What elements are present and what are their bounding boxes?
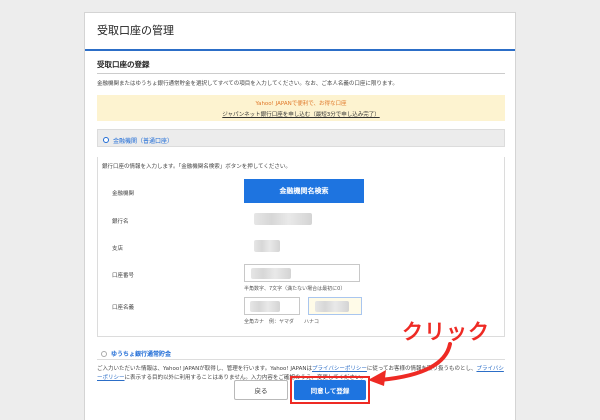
account-name-first-input[interactable] (308, 297, 362, 315)
account-name-hint: 全角カナ 例：ヤマダ ハナコ (244, 319, 320, 325)
page-title: 受取口座の管理 (97, 24, 174, 37)
privacy-text-1: ご入力いただいた情報は、Yahoo! JAPANが取得し、管理を行います。Yah… (97, 366, 312, 372)
promo-headline: Yahoo! JAPANで便利で、お得な口座 (255, 101, 347, 107)
bank-search-button[interactable]: 金融機関名検索 (244, 179, 364, 203)
form-intro: 銀行口座の情報を入力します。「金融機関名検索」ボタンを押してください。 (102, 164, 291, 170)
promo-link[interactable]: ジャパンネット銀行口座を申し込む（最短3分で申し込み完了） (97, 110, 505, 118)
account-name-last-input[interactable] (244, 297, 300, 315)
registration-section: 受取口座の登録 金融機関またはゆうちょ銀行通常貯金を選択してすべての項目を入力し… (97, 59, 505, 381)
account-name-first-value (315, 301, 349, 312)
account-number-value (251, 268, 291, 279)
radio-selected-icon[interactable] (103, 137, 109, 143)
yucho-option-label[interactable]: ゆうちょ銀行通常貯金 (111, 349, 171, 358)
account-number-hint: 半角数字、7文字（満たない場合は最初に0） (244, 286, 346, 292)
agree-and-register-button[interactable]: 同意して登録 (294, 380, 366, 400)
bank-label: 金融機関 (112, 191, 135, 197)
bank-option-label[interactable]: 金融機関（普通口座） (113, 136, 173, 145)
bank-name-label: 銀行名 (112, 219, 129, 225)
bank-form: 銀行口座の情報を入力します。「金融機関名検索」ボタンを押してください。 金融機関… (97, 157, 505, 337)
bank-name-value (254, 213, 312, 225)
radio-unselected-icon[interactable] (101, 350, 107, 357)
privacy-policy-link-1[interactable]: プライバシーポリシー (312, 366, 367, 372)
account-number-label: 口座番号 (112, 273, 135, 279)
section-title: 受取口座の登録 (97, 59, 505, 74)
annotation-arrow-icon (368, 342, 452, 386)
yucho-option-radio[interactable]: ゆうちょ銀行通常貯金 (101, 349, 171, 358)
branch-label: 支店 (112, 246, 124, 252)
account-name-last-value (250, 301, 280, 312)
back-button[interactable]: 戻る (234, 380, 288, 400)
promo-notice: Yahoo! JAPANで便利で、お得な口座 ジャパンネット銀行口座を申し込む（… (97, 95, 505, 121)
account-number-input[interactable] (244, 264, 360, 282)
branch-value (254, 240, 280, 252)
page-header: 受取口座の管理 (85, 13, 515, 51)
section-intro: 金融機関またはゆうちょ銀行通常貯金を選択してすべての項目を入力してください。なお… (97, 81, 398, 87)
bank-option-radio[interactable]: 金融機関（普通口座） (97, 129, 505, 147)
account-name-label: 口座名義 (112, 305, 135, 311)
